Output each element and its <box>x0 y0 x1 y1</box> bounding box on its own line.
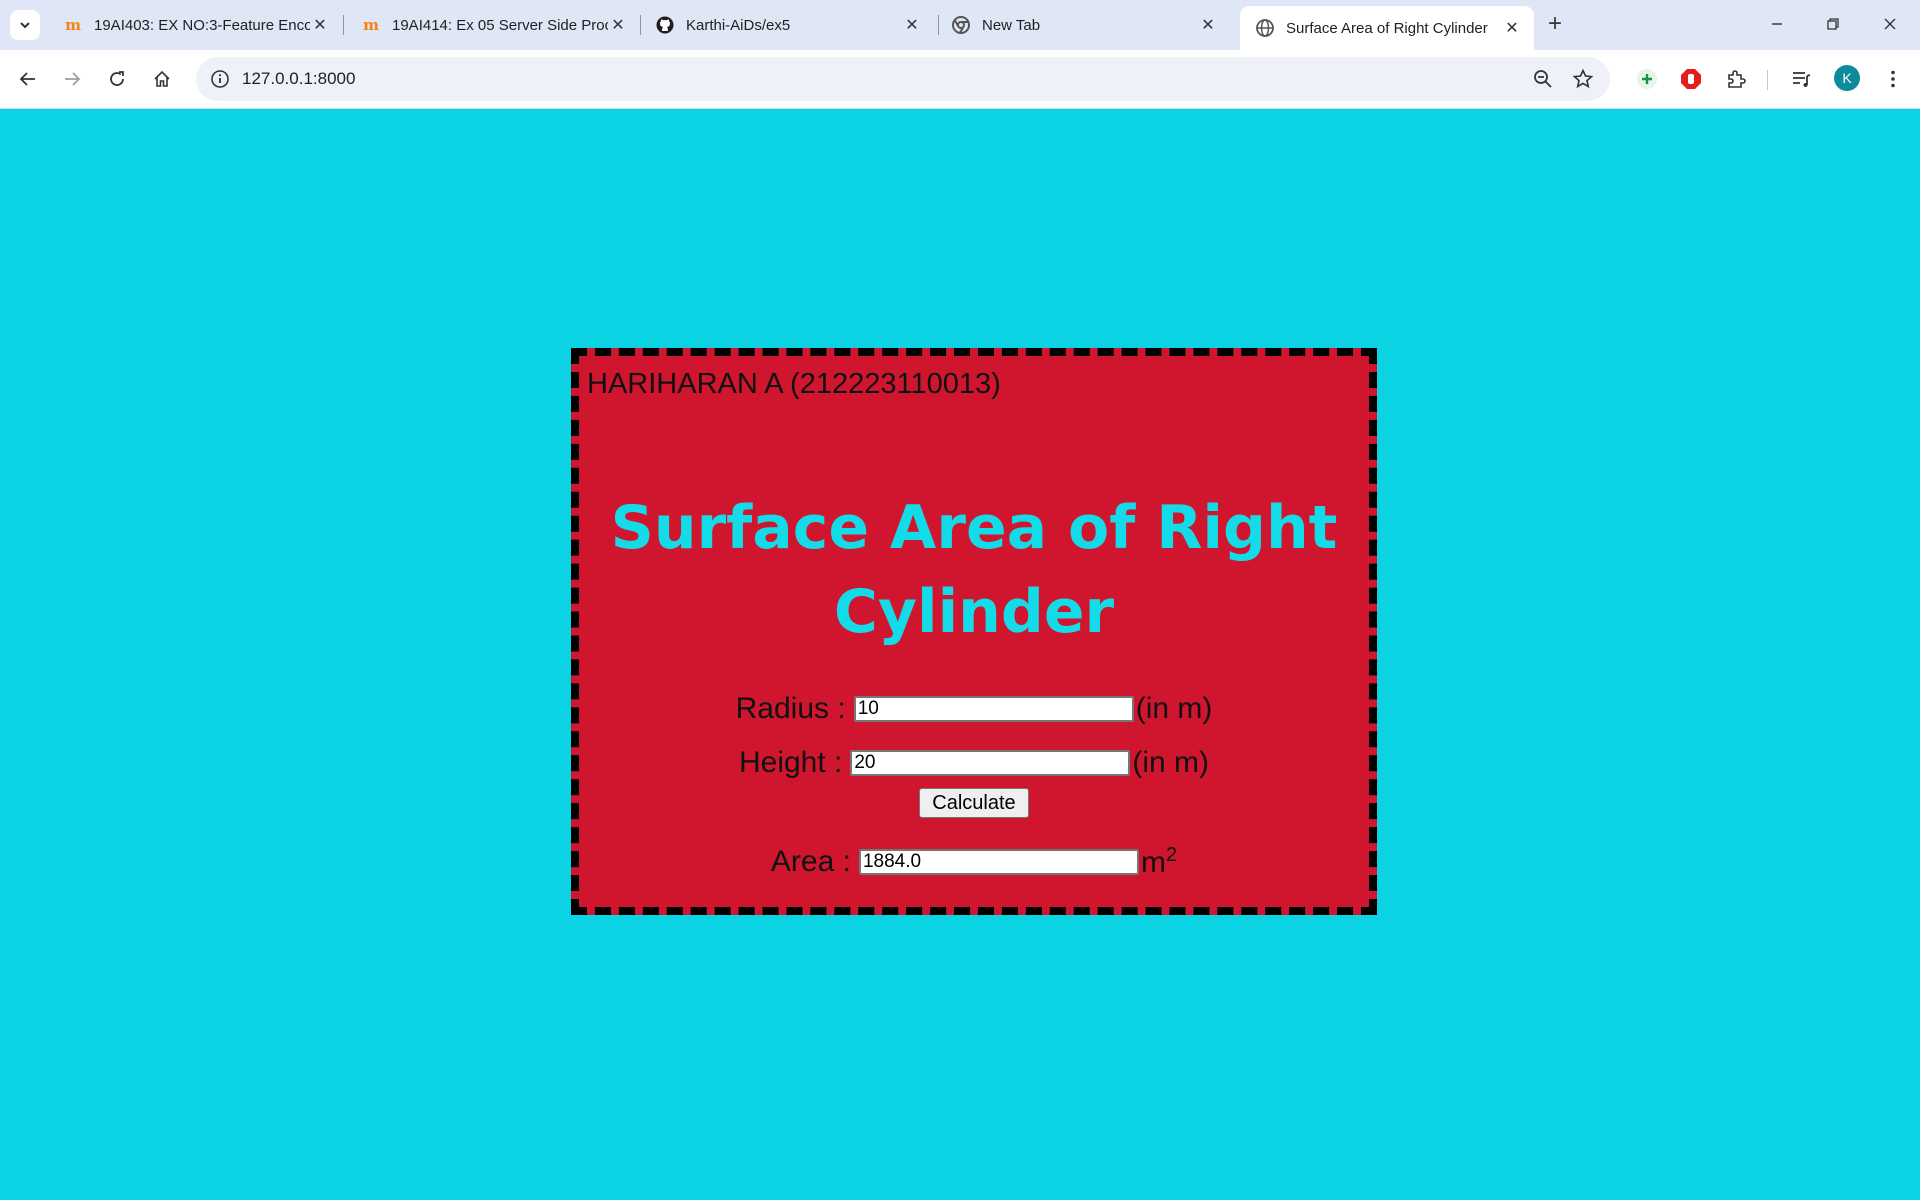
height-label: Height : <box>738 746 843 779</box>
tab-3[interactable]: Karthi-AiDs/ex5 ✕ <box>640 6 934 44</box>
close-icon[interactable]: ✕ <box>902 15 922 35</box>
tab-separator <box>343 15 344 35</box>
page-title: Surface Area of Right Cylinder <box>610 493 1338 647</box>
height-unit: (in m) <box>1132 746 1210 779</box>
extensions-puzzle-icon[interactable] <box>1723 66 1749 92</box>
area-label: Area : <box>770 845 851 878</box>
moodle-icon: m <box>65 16 81 34</box>
radius-label: Radius : <box>735 692 846 725</box>
toolbar-divider <box>1767 70 1768 90</box>
tab-title: Karthi-AiDs/ex5 <box>686 16 791 34</box>
area-unit-base: m <box>1140 846 1166 879</box>
close-icon[interactable]: ✕ <box>1198 15 1218 35</box>
close-icon[interactable]: ✕ <box>310 15 330 35</box>
tab-4[interactable]: New Tab ✕ <box>936 6 1230 44</box>
browser-toolbar: 127.0.0.1:8000 K <box>0 50 1920 109</box>
forward-icon[interactable] <box>56 63 88 95</box>
calculate-button[interactable]: Calculate <box>919 788 1029 818</box>
bookmark-star-icon[interactable] <box>1572 68 1594 90</box>
calculator-card: HARIHARAN A (212223110013) Surface Area … <box>571 348 1377 915</box>
area-unit: m2 <box>1141 844 1177 880</box>
area-row: Area : m2 <box>579 844 1369 880</box>
area-output[interactable] <box>858 849 1139 875</box>
tab-2[interactable]: m 19AI414: Ex 05 Server Side Proc ✕ <box>346 6 640 44</box>
close-window-icon[interactable] <box>1870 10 1910 40</box>
restore-icon[interactable] <box>1813 10 1853 40</box>
globe-icon <box>1256 19 1274 37</box>
radius-row: Radius : (in m) <box>579 692 1369 726</box>
radius-input[interactable] <box>853 696 1134 722</box>
zoom-out-icon[interactable] <box>1532 68 1554 90</box>
url-text[interactable]: 127.0.0.1:8000 <box>242 69 355 89</box>
radius-unit: (in m) <box>1135 692 1213 725</box>
area-unit-exponent: 2 <box>1165 844 1178 866</box>
close-icon[interactable]: ✕ <box>1502 18 1522 38</box>
author-label: HARIHARAN A (212223110013) <box>587 368 1001 400</box>
tab-title: 19AI414: Ex 05 Server Side Proc <box>392 16 608 34</box>
tab-1[interactable]: m 19AI403: EX NO:3-Feature Enco ✕ <box>48 6 342 44</box>
moodle-icon: m <box>363 16 379 34</box>
home-icon[interactable] <box>146 63 178 95</box>
tab-title: New Tab <box>982 16 1041 34</box>
close-icon[interactable]: ✕ <box>608 15 628 35</box>
menu-dots-icon[interactable] <box>1880 66 1906 92</box>
chevron-down-icon <box>20 22 30 29</box>
github-icon <box>656 16 674 34</box>
tab-5-active[interactable]: Surface Area of Right Cylinder ✕ <box>1240 6 1534 50</box>
chrome-icon <box>952 16 970 34</box>
tab-title: 19AI403: EX NO:3-Feature Enco <box>94 16 310 34</box>
new-tab-button[interactable]: + <box>1540 10 1570 40</box>
height-input[interactable] <box>850 750 1131 776</box>
media-control-icon[interactable] <box>1788 66 1814 92</box>
adblock-extension-icon[interactable] <box>1678 66 1704 92</box>
reload-icon[interactable] <box>101 63 133 95</box>
extension-plus-icon[interactable] <box>1634 66 1660 92</box>
minimize-icon[interactable] <box>1757 10 1797 40</box>
back-icon[interactable] <box>12 63 44 95</box>
profile-avatar[interactable]: K <box>1834 65 1860 91</box>
site-info-icon[interactable] <box>210 69 230 89</box>
height-row: Height : (in m) <box>579 746 1369 780</box>
tab-strip: m 19AI403: EX NO:3-Feature Enco ✕ m 19AI… <box>0 0 1920 50</box>
tab-search-button[interactable] <box>10 10 40 40</box>
tab-title: Surface Area of Right Cylinder <box>1286 19 1488 37</box>
address-bar[interactable]: 127.0.0.1:8000 <box>196 57 1610 101</box>
